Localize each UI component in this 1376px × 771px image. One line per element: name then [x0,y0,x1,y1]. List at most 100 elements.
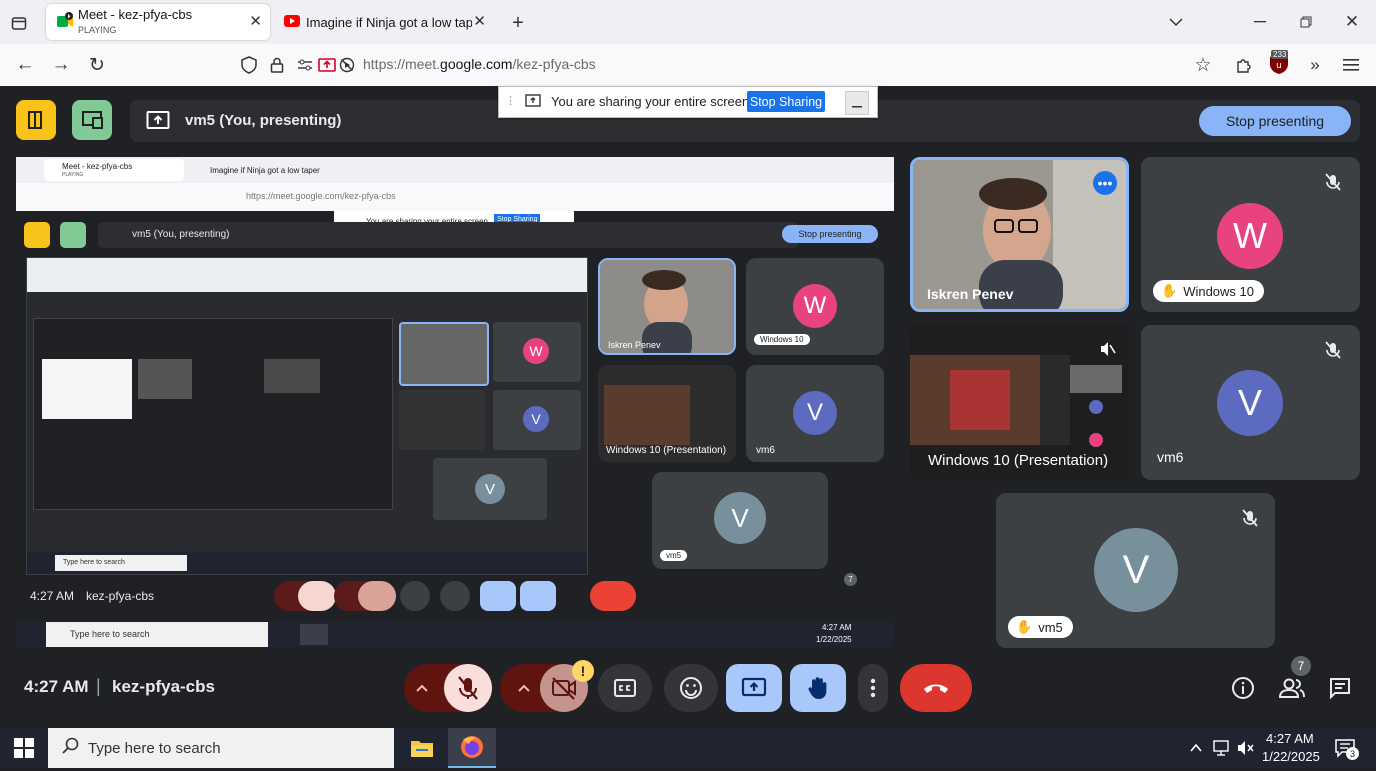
lock-icon[interactable] [266,54,288,76]
minimize-banner-button[interactable] [845,91,869,115]
new-tab-icon[interactable]: + [506,11,530,35]
svg-text:⏵: ⏵ [67,13,70,20]
minimize-icon[interactable] [1250,12,1270,32]
camera-options-chevron-icon[interactable] [514,678,534,698]
present-now-button[interactable] [726,664,782,712]
shield-icon[interactable] [238,54,260,76]
sharing-text: You are sharing your entire screen. [551,94,753,109]
stop-presenting-button[interactable]: Stop presenting [1199,106,1351,136]
back-icon[interactable]: ← [14,54,36,76]
tile-vm5[interactable]: V ✋ vm5 [996,493,1275,648]
avatar: V [1217,370,1283,436]
shared-screen-preview: Meet - kez-pfya-cbs PLAYING Imagine if N… [16,157,894,647]
overflow-chevrons-icon[interactable]: » [1304,54,1326,76]
bookmark-star-icon[interactable]: ☆ [1192,54,1214,76]
network-icon[interactable] [1212,739,1232,757]
nested-nav-bar: https://meet.google.com/kez-pfya-cbs [16,183,894,211]
nested-taskbar: Type here to search 4:27 AM 1/22/2025 [16,622,894,647]
avatar: V [714,492,766,544]
nested-presenting-label: vm5 (You, presenting) [132,229,230,240]
mic-options-chevron-icon[interactable] [412,678,432,698]
url-prefix: https://meet. [363,56,441,72]
layout-button[interactable] [72,100,112,140]
avatar: V [1094,528,1178,612]
tile-windows-10-presentation[interactable]: Windows 10 (Presentation) [910,325,1129,480]
notification-center-icon[interactable]: 3 [1334,738,1359,760]
close-tab-icon[interactable]: ✕ [249,12,262,30]
nested-url: https://meet.google.com/kez-pfya-cbs [246,191,396,201]
forward-icon[interactable]: → [50,54,72,76]
drag-handle-icon[interactable]: ⋮ [505,94,516,107]
raised-hand-icon: ✋ [1161,283,1178,298]
nested-mic-control [274,581,336,611]
raise-hand-button[interactable] [790,664,846,712]
chevron-down-icon[interactable] [1166,12,1186,32]
reload-icon[interactable]: ↻ [86,54,108,76]
tile-vm6[interactable]: V vm6 [1141,325,1360,480]
stop-sharing-button[interactable]: Stop Sharing [747,91,825,112]
nested-name: Iskren Penev [608,340,661,350]
tile-iskren-penev[interactable]: ••• Iskren Penev [910,157,1129,312]
avatar: V [793,391,837,435]
volume-muted-icon[interactable] [1236,739,1256,757]
windows-start-icon[interactable] [14,738,34,758]
tab-title: Imagine if Ninja got a low taper [306,15,472,30]
url-bar[interactable]: https://meet.google.com/kez-pfya-cbs [363,56,596,72]
nested-tab-subtitle: PLAYING [62,172,84,178]
recursive-tile-vm5: V [433,458,547,520]
nested-leave [590,581,636,611]
taskbar-clock-date[interactable]: 1/22/2025 [1262,749,1320,764]
people-icon[interactable] [1278,676,1306,700]
nested-tab-bar: Meet - kez-pfya-cbs PLAYING Imagine if N… [16,157,894,183]
autoplay-blocked-icon[interactable] [336,54,358,76]
presentation-video-thumb [604,385,690,445]
firefox-taskbar-icon[interactable] [448,728,496,768]
more-options-icon[interactable]: ••• [1093,171,1117,195]
taskbar-clock-time[interactable]: 4:27 AM [1266,731,1314,746]
svg-text:u: u [1276,61,1282,71]
nested-url-path: /kez-pfya-cbs [342,191,396,201]
screen-share-indicator-icon[interactable] [316,54,338,76]
tab-list-icon[interactable] [8,12,30,34]
people-count-badge: 7 [1291,656,1311,676]
nested-tab-title: Meet - kez-pfya-cbs [62,162,133,171]
close-window-icon[interactable]: ✕ [1342,12,1362,32]
nested-name: Windows 10 (Presentation) [606,445,727,456]
nested-clock-date: 1/22/2025 [816,635,852,644]
chat-icon[interactable] [1328,676,1352,700]
deeper-recursive-screen [33,318,393,510]
participant-name: Windows 10 (Presentation) [928,452,1109,469]
tab-meet[interactable]: ⏵ Meet - kez-pfya-cbs PLAYING ✕ [46,4,270,40]
close-tab-icon[interactable]: ✕ [473,12,486,30]
nested-yellow-button [24,222,50,248]
url-domain: google.com [440,56,513,72]
nested-emoji [440,581,470,611]
emoji-reactions-button[interactable] [664,664,718,712]
show-hidden-icons-icon[interactable] [1188,740,1204,756]
nested-meeting-time: 4:27 AM [30,589,75,603]
captions-button[interactable] [598,664,652,712]
meeting-code: kez-pfya-cbs [112,677,215,696]
permissions-icon[interactable] [294,54,316,76]
tab-youtube[interactable]: Imagine if Ninja got a low taper ✕ [276,4,490,40]
meet-favicon-icon: ⏵ [56,12,74,30]
nested-stop-presenting: Stop presenting [782,225,878,243]
toggle-microphone-button[interactable] [444,664,492,712]
taskbar-search-box[interactable]: Type here to search [48,728,394,768]
restore-icon[interactable] [1296,12,1316,32]
ublock-extension-icon[interactable]: u 233 [1268,50,1292,78]
nested-tile-windows10: W Windows 10 [746,258,884,355]
companion-mode-button[interactable] [16,100,56,140]
file-explorer-icon[interactable] [404,730,440,766]
leave-call-button[interactable] [900,664,972,712]
muted-speaker-icon [1100,341,1116,362]
menu-icon[interactable] [1340,54,1362,76]
avatar: V [475,474,505,504]
recursive-tile-windows10: W [493,322,581,382]
nested-url-domain: google.com [295,191,343,201]
extensions-puzzle-icon[interactable] [1232,54,1254,76]
tile-windows-10[interactable]: W ✋ Windows 10 [1141,157,1360,312]
meeting-info-icon[interactable] [1231,676,1255,700]
nested-cam-off [358,581,396,611]
more-options-button[interactable] [858,664,888,712]
